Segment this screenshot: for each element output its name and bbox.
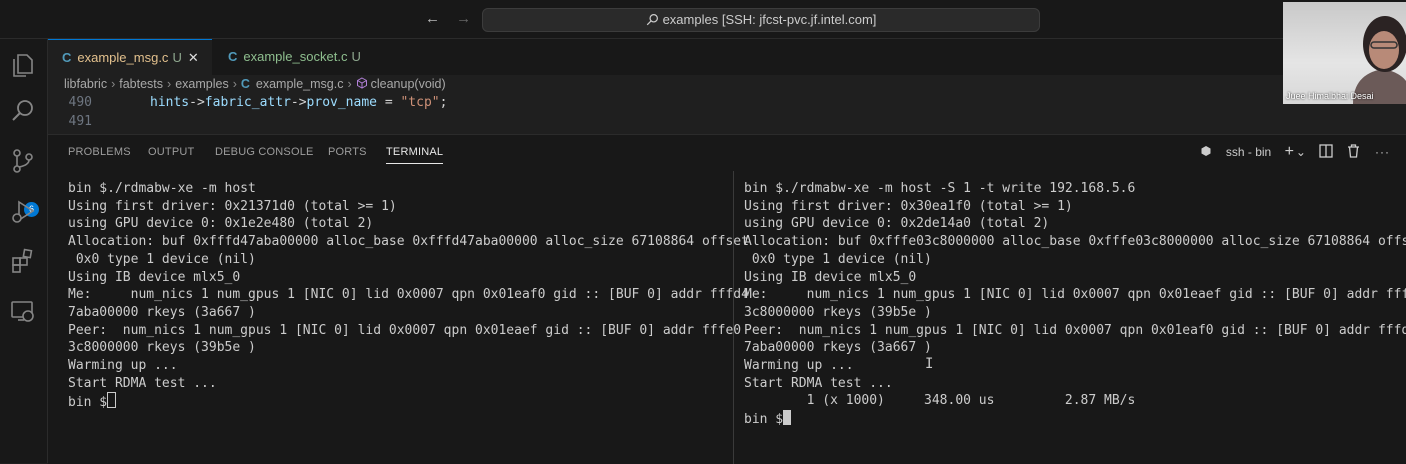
breadcrumb-item[interactable]: fabtests	[119, 77, 163, 91]
forward-arrow-icon[interactable]: →	[456, 10, 471, 27]
terminal-line: using GPU device 0: 0x1e2e480 (total 2)	[68, 216, 374, 232]
command-center-search[interactable]: examples [SSH: jfcst-pvc.jf.intel.com]	[482, 8, 1040, 32]
webcam-overlay: Juee Himalbhai Desai	[1283, 2, 1406, 104]
terminal-instance[interactable]: ssh - bin	[1200, 145, 1271, 159]
search-icon[interactable]	[9, 97, 37, 125]
tab-example-msg[interactable]: Cexample_msg.c U ✕	[48, 39, 212, 75]
activity-bar: 6	[0, 39, 48, 463]
search-icon	[646, 14, 658, 26]
participant-video	[1353, 16, 1406, 104]
tab-debug-console[interactable]: DEBUG CONSOLE	[215, 146, 314, 158]
trash-icon[interactable]	[1347, 144, 1360, 158]
tab-label: example_socket.c	[243, 49, 348, 64]
breadcrumb: libfabric › fabtests › examples › Cexample_msg…	[64, 77, 446, 91]
terminal-shell-icon	[1201, 146, 1211, 156]
tab-example-socket[interactable]: Cexample_socket.c U	[214, 39, 374, 75]
text-cursor-icon: I	[925, 356, 934, 372]
explorer-icon[interactable]	[9, 50, 37, 78]
tab-label: example_msg.c	[77, 50, 169, 65]
terminal-line: Allocation: buf 0xfffd47aba00000 alloc_b…	[68, 234, 749, 250]
terminal-line: Peer: num_nics 1 num_gpus 1 [NIC 0] lid …	[68, 322, 742, 338]
tab-output[interactable]: OUTPUT	[148, 146, 194, 158]
breadcrumb-item[interactable]: libfabric	[64, 77, 107, 91]
terminal-line: Warming up ...	[744, 358, 854, 374]
terminal-line: using GPU device 0: 0x2de14a0 (total 2)	[744, 216, 1050, 232]
terminal-line: bin $./rdmabw-xe -m host	[68, 181, 256, 196]
terminal-line: Peer: num_nics 1 num_gpus 1 [NIC 0] lid …	[744, 322, 1406, 338]
terminal-toolbar: ssh - bin + ⌄ ···	[1190, 143, 1390, 161]
terminal-prompt: bin $	[68, 392, 749, 412]
terminal-line: 0x0 type 1 device (nil)	[744, 251, 932, 267]
cube-icon	[356, 77, 367, 89]
terminal-line: 7aba00000 rkeys (3a667 )	[744, 340, 932, 356]
terminal-line: 7aba00000 rkeys (3a667 )	[68, 304, 256, 320]
bottom-panel: PROBLEMS OUTPUT DEBUG CONSOLE PORTS TERM…	[48, 134, 1406, 464]
navigation-arrows: ← →	[425, 10, 483, 27]
source-control-icon[interactable]	[9, 147, 37, 175]
editor-area: Cexample_msg.c U ✕ Cexample_socket.c U libf…	[48, 39, 1406, 134]
split-terminal-icon[interactable]	[1319, 144, 1333, 158]
terminal-line: Warming up ...	[68, 358, 178, 374]
editor-tabs: Cexample_msg.c U ✕ Cexample_socket.c U	[48, 39, 1406, 75]
tab-terminal[interactable]: TERMINAL	[386, 146, 444, 164]
terminal-line: Me: num_nics 1 num_gpus 1 [NIC 0] lid 0x…	[744, 287, 1406, 303]
terminal-line: Using IB device mlx5_0	[744, 269, 917, 285]
close-icon[interactable]: ✕	[188, 50, 199, 65]
participant-name: Juee Himalbhai Desai	[1286, 91, 1374, 101]
more-actions-icon[interactable]: ···	[1375, 145, 1390, 159]
terminal-line: Allocation: buf 0xfffe03c8000000 alloc_b…	[744, 234, 1406, 250]
line-number: 490	[68, 95, 92, 110]
breadcrumb-item[interactable]: cleanup(void)	[371, 77, 446, 91]
terminal-line: 0x0 type 1 device (nil)	[68, 251, 256, 267]
terminal-line: 1 (x 1000) 348.00 us 2.87 MB/s	[744, 393, 1136, 409]
run-debug-icon[interactable]	[9, 197, 37, 225]
terminal-line: bin $./rdmabw-xe -m host -S 1 -t write 1…	[744, 181, 1136, 196]
command-center-text: examples [SSH: jfcst-pvc.jf.intel.com]	[662, 12, 877, 27]
back-arrow-icon[interactable]: ←	[425, 10, 440, 27]
chevron-down-icon[interactable]: ⌄	[1296, 145, 1306, 159]
new-terminal-button[interactable]: +	[1285, 143, 1294, 160]
terminal-line: 3c8000000 rkeys (39b5e )	[68, 340, 256, 356]
terminal-line: Me: num_nics 1 num_gpus 1 [NIC 0] lid 0x…	[68, 287, 749, 303]
terminal-cursor	[107, 392, 117, 409]
breadcrumb-item[interactable]: examples	[175, 77, 229, 91]
terminal-line: Start RDMA test ...	[744, 375, 893, 391]
terminal-line: 3c8000000 rkeys (39b5e )	[744, 304, 932, 320]
c-file-icon: C	[240, 77, 250, 91]
c-file-icon: C	[228, 49, 238, 64]
terminal-prompt: bin $	[744, 410, 1406, 429]
terminal-line: Using first driver: 0x21371d0 (total >= …	[68, 198, 397, 214]
terminal-line: Start RDMA test ...	[68, 375, 217, 391]
terminal-left[interactable]: bin $./rdmabw-xe -m host Using first driv…	[68, 180, 749, 412]
remote-explorer-icon[interactable]	[9, 297, 37, 325]
tab-status: U	[172, 50, 182, 65]
tab-status: U	[351, 49, 361, 64]
terminal-cursor	[783, 410, 792, 426]
terminal-line: Using first driver: 0x30ea1f0 (total >= …	[744, 198, 1073, 214]
title-bar: ← → examples [SSH: jfcst-pvc.jf.intel.co…	[0, 0, 1406, 39]
extensions-icon[interactable]	[9, 247, 37, 275]
code-line: hints->fabric_attr->prov_name = "tcp";	[150, 95, 448, 110]
terminal-line: Using IB device mlx5_0	[68, 269, 241, 285]
tab-ports[interactable]: PORTS	[328, 146, 367, 158]
breadcrumb-item[interactable]: example_msg.c	[256, 77, 344, 91]
tab-problems[interactable]: PROBLEMS	[68, 146, 131, 158]
terminal-split-divider[interactable]	[733, 171, 734, 464]
c-file-icon: C	[62, 50, 72, 65]
terminal-name: ssh - bin	[1225, 145, 1272, 159]
terminal-right[interactable]: bin $./rdmabw-xe -m host -S 1 -t write 1…	[744, 180, 1406, 429]
line-number: 491	[68, 114, 92, 129]
